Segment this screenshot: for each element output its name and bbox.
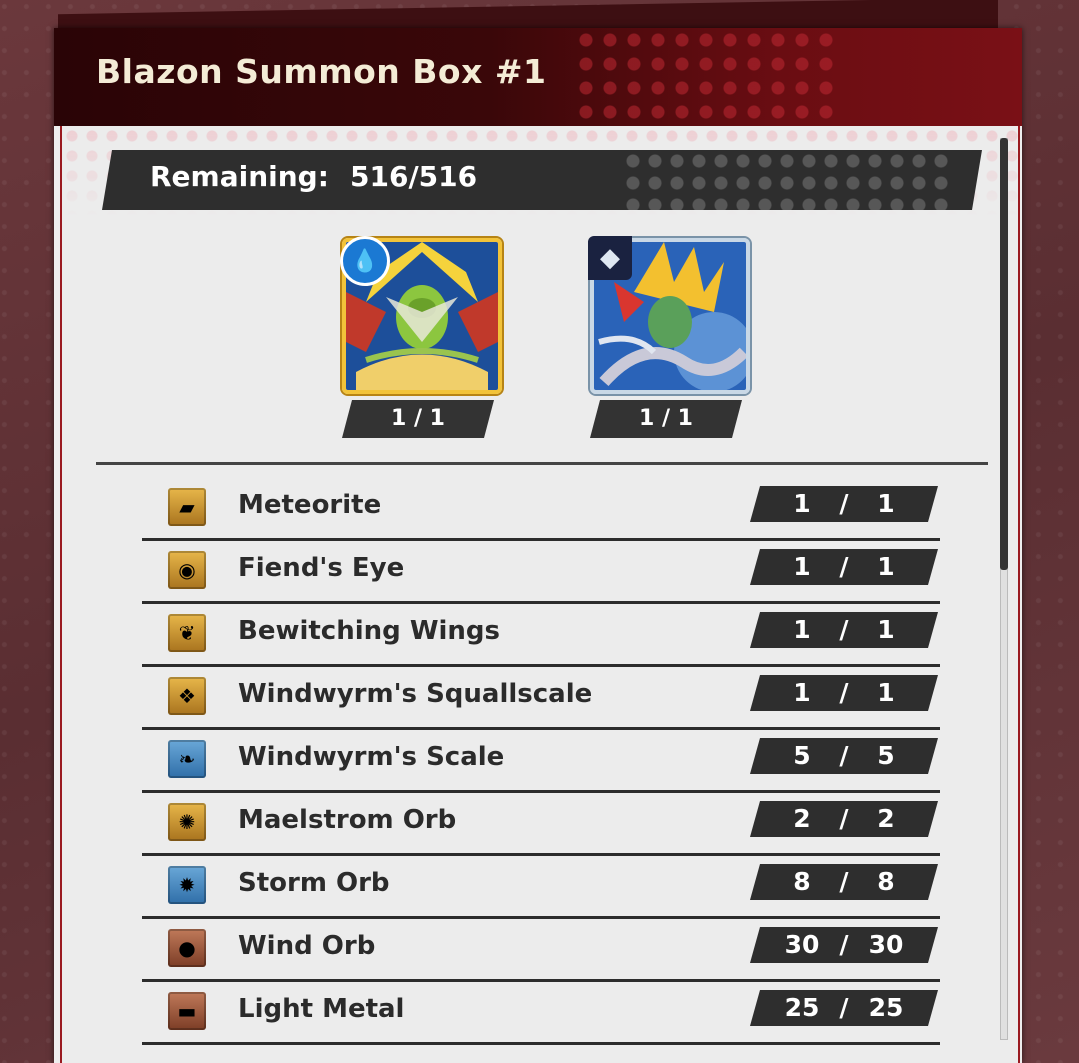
fiends-eye-icon: ◉ xyxy=(168,551,206,589)
wings-icon: ❦ xyxy=(168,614,206,652)
remaining-label: Remaining: xyxy=(150,160,329,193)
item-count: 2/2 xyxy=(750,801,938,837)
list-item[interactable]: ▰ Meteorite 1/1 xyxy=(142,476,940,541)
list-item[interactable]: ✺ Maelstrom Orb 2/2 xyxy=(142,791,940,856)
list-item[interactable]: ◉ Fiend's Eye 1/1 xyxy=(142,539,940,604)
meteorite-icon: ▰ xyxy=(168,488,206,526)
item-count: 1/1 xyxy=(750,549,938,585)
item-name: Storm Orb xyxy=(238,868,390,898)
maelstrom-orb-icon: ✺ xyxy=(168,803,206,841)
item-count: 30/30 xyxy=(750,927,938,963)
item-name: Meteorite xyxy=(238,490,382,520)
remaining-dot-pattern xyxy=(622,150,952,210)
list-item[interactable]: ● Wind Orb 30/30 xyxy=(142,917,940,982)
item-name: Windwyrm's Squallscale xyxy=(238,679,593,709)
item-count: 1/1 xyxy=(750,612,938,648)
character-count-1: 1 / 1 xyxy=(342,400,494,438)
page-title: Blazon Summon Box #1 xyxy=(96,52,547,91)
remaining-value: 516/516 xyxy=(350,160,478,193)
list-item[interactable]: ❖ Windwyrm's Squallscale 1/1 xyxy=(142,665,940,730)
item-count: 5/5 xyxy=(750,738,938,774)
list-item[interactable]: ❧ Windwyrm's Scale 5/5 xyxy=(142,728,940,793)
summon-box-panel: Blazon Summon Box #1 Remaining: 516/516 … xyxy=(54,28,1022,1063)
item-count: 1/1 xyxy=(750,675,938,711)
remaining-bar: Remaining: 516/516 xyxy=(102,150,982,210)
item-name: Wind Orb xyxy=(238,931,376,961)
item-name: Light Metal xyxy=(238,994,405,1024)
header-dot-pattern xyxy=(574,28,834,126)
list-item[interactable]: ▬ Light Metal 25/25 xyxy=(142,980,940,1045)
item-name: Windwyrm's Scale xyxy=(238,742,505,772)
scrollbar-thumb[interactable] xyxy=(1000,138,1008,570)
character-card-1[interactable]: 💧 1 / 1 xyxy=(340,236,502,448)
storm-orb-icon: ✹ xyxy=(168,866,206,904)
section-divider xyxy=(96,462,988,465)
item-name: Fiend's Eye xyxy=(238,553,405,583)
squallscale-icon: ❖ xyxy=(168,677,206,715)
list-item[interactable]: ✹ Storm Orb 8/8 xyxy=(142,854,940,919)
water-drop-icon: 💧 xyxy=(340,236,390,286)
item-count: 8/8 xyxy=(750,864,938,900)
scale-icon: ❧ xyxy=(168,740,206,778)
diamond-icon: ◆ xyxy=(588,236,632,280)
wind-orb-icon: ● xyxy=(168,929,206,967)
panel-content[interactable]: Remaining: 516/516 💧 1 / 1 ◆ 1 / 1 ▰ Met… xyxy=(60,126,1020,1063)
light-metal-icon: ▬ xyxy=(168,992,206,1030)
character-card-2[interactable]: ◆ 1 / 1 xyxy=(588,236,750,448)
item-name: Bewitching Wings xyxy=(238,616,501,646)
panel-header: Blazon Summon Box #1 xyxy=(54,28,1022,126)
list-item[interactable]: ❦ Bewitching Wings 1/1 xyxy=(142,602,940,667)
item-count: 25/25 xyxy=(750,990,938,1026)
item-name: Maelstrom Orb xyxy=(238,805,457,835)
character-count-2: 1 / 1 xyxy=(590,400,742,438)
item-count: 1/1 xyxy=(750,486,938,522)
